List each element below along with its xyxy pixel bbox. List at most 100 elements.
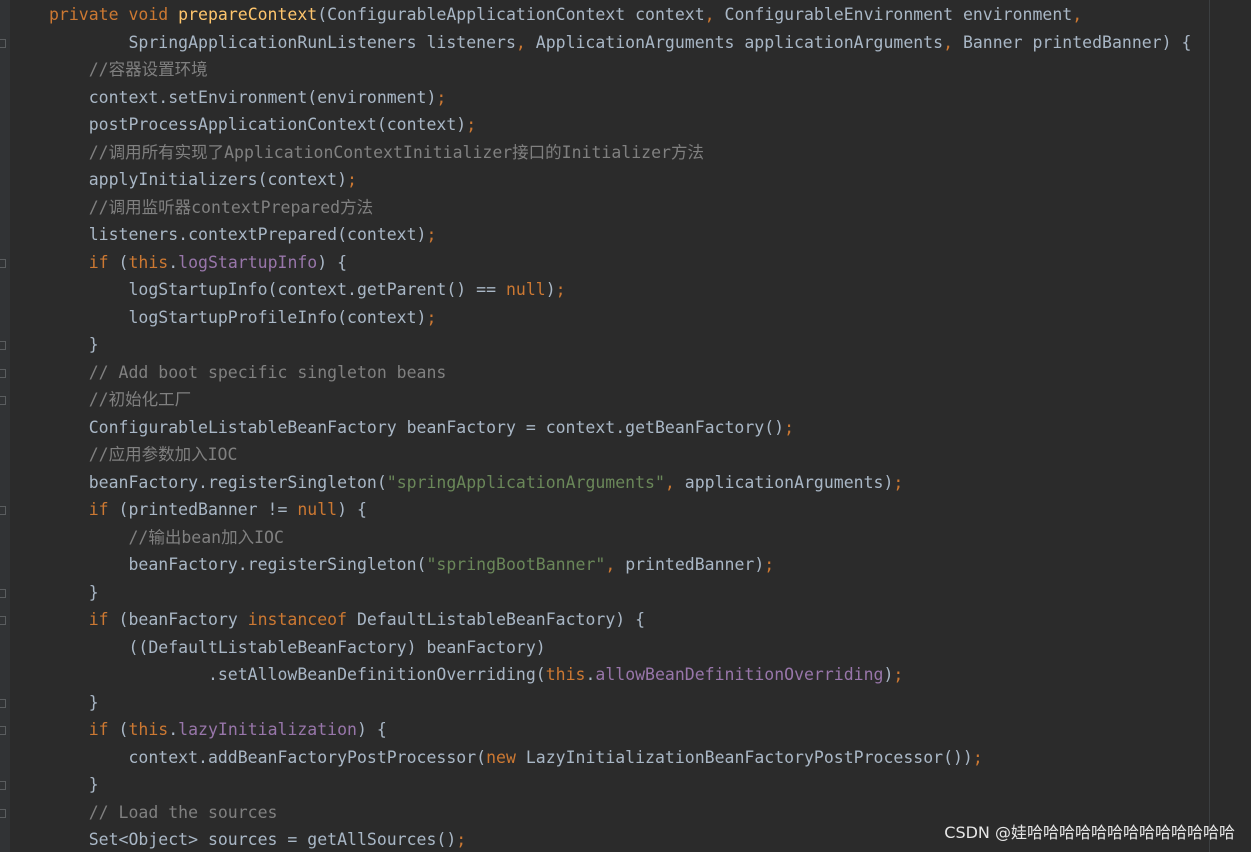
code-line[interactable]: private void prepareContext(Configurable…: [49, 1, 1191, 29]
code-line[interactable]: }: [49, 579, 1191, 607]
code-token-keyword: null: [297, 500, 338, 519]
code-token-method-decl: prepareContext: [178, 5, 318, 24]
code-line[interactable]: // Add boot specific singleton beans: [49, 359, 1191, 387]
code-line[interactable]: }: [49, 771, 1191, 799]
code-line[interactable]: beanFactory.registerSingleton("springBoo…: [49, 551, 1191, 579]
code-line[interactable]: context.addBeanFactoryPostProcessor(new …: [49, 744, 1191, 772]
code-token-punct: ;: [426, 225, 437, 244]
code-line[interactable]: logStartupProfileInfo(context);: [49, 304, 1191, 332]
code-token-punct: ,: [943, 32, 963, 52]
fold-marker-icon[interactable]: [0, 258, 6, 268]
code-line[interactable]: //容器设置环境: [49, 56, 1191, 84]
code-token-plain: (: [118, 720, 129, 739]
code-token-plain: applyInitializers(context): [49, 170, 348, 189]
code-line[interactable]: //调用所有实现了ApplicationContextInitializer接口…: [49, 139, 1191, 167]
code-line[interactable]: ConfigurableListableBeanFactory beanFact…: [49, 414, 1191, 442]
code-token-plain: ) {: [317, 252, 348, 272]
code-token-field: allowBeanDefinitionOverriding: [595, 665, 884, 684]
fold-marker-icon[interactable]: [0, 726, 6, 735]
code-token-comment: // Load the sources: [49, 802, 278, 822]
code-token-plain: .: [168, 720, 179, 739]
code-token-plain: ConfigurableListableBeanFactory beanFact…: [49, 417, 785, 437]
code-token-plain: beanFactory.registerSingleton(: [49, 555, 427, 574]
code-line[interactable]: beanFactory.registerSingleton("springApp…: [49, 469, 1191, 497]
code-line[interactable]: //调用监听器contextPrepared方法: [49, 194, 1191, 222]
code-token-keyword: this: [128, 720, 169, 739]
code-token-keyword: if: [49, 500, 119, 519]
code-token-plain: ) {: [337, 500, 367, 519]
code-line[interactable]: applyInitializers(context);: [49, 166, 1191, 194]
code-token-plain: ApplicationArguments applicationArgument…: [535, 32, 944, 52]
code-line[interactable]: //初始化工厂: [49, 386, 1191, 414]
fold-marker-icon[interactable]: [0, 616, 6, 625]
code-token-keyword: if: [49, 252, 119, 272]
code-line[interactable]: //输出bean加入IOC: [49, 524, 1191, 552]
code-token-plain: ): [545, 280, 556, 299]
code-editor[interactable]: private void prepareContext(Configurable…: [0, 0, 1251, 852]
code-token-plain: logStartupInfo(context.getParent() ==: [49, 280, 506, 299]
watermark: CSDN @娃哈哈哈哈哈哈哈哈哈哈哈哈哈: [944, 823, 1235, 842]
code-token-plain: ) {: [356, 720, 387, 739]
code-token-plain: printedBanner): [625, 555, 765, 574]
fold-marker-icon[interactable]: [0, 698, 6, 708]
fold-marker-icon[interactable]: [0, 341, 6, 350]
code-line[interactable]: .setAllowBeanDefinitionOverriding(this.a…: [49, 661, 1191, 689]
code-token-string: "springApplicationArguments": [386, 472, 665, 492]
editor-gutter[interactable]: [0, 0, 10, 852]
code-token-comment: //容器设置环境: [49, 60, 208, 79]
code-line[interactable]: postProcessApplicationContext(context);: [49, 111, 1191, 139]
code-token-plain: postProcessApplicationContext(context): [49, 115, 467, 134]
code-token-punct: ;: [764, 555, 775, 574]
code-token-punct: ;: [347, 170, 357, 189]
code-line[interactable]: SpringApplicationRunListeners listeners,…: [49, 29, 1191, 57]
fold-marker-icon[interactable]: [0, 368, 6, 378]
code-line[interactable]: ((DefaultListableBeanFactory) beanFactor…: [49, 634, 1191, 662]
code-line[interactable]: if (this.logStartupInfo) {: [49, 249, 1191, 277]
code-token-punct: ,: [605, 555, 626, 574]
code-line[interactable]: //应用参数加入IOC: [49, 441, 1191, 469]
code-token-plain: Banner printedBanner) {: [962, 32, 1192, 52]
fold-marker-icon[interactable]: [0, 808, 6, 818]
code-line[interactable]: logStartupInfo(context.getParent() == nu…: [49, 276, 1191, 304]
code-token-plain: beanFactory.registerSingleton(: [49, 472, 387, 492]
code-token-punct: ,: [515, 32, 536, 52]
right-margin-guide: [1209, 0, 1210, 852]
code-token-plain: .: [168, 252, 179, 272]
code-token-string: "springBootBanner": [426, 555, 606, 574]
code-token-keyword: new: [486, 747, 526, 767]
code-line[interactable]: if (this.lazyInitialization) {: [49, 716, 1191, 744]
code-token-plain: context.setEnvironment(environment): [49, 87, 437, 107]
code-token-punct: ;: [466, 115, 477, 134]
fold-marker-icon[interactable]: [0, 588, 6, 598]
code-token-plain: logStartupProfileInfo(context): [49, 307, 427, 327]
code-token-plain: ConfigurableEnvironment environment: [724, 5, 1073, 24]
code-token-keyword: null: [505, 280, 546, 299]
fold-marker-icon[interactable]: [0, 396, 6, 405]
code-line[interactable]: context.setEnvironment(environment);: [49, 84, 1191, 112]
code-token-punct: ;: [555, 280, 566, 299]
code-token-plain: ((DefaultListableBeanFactory) beanFactor…: [49, 637, 546, 657]
code-token-punct: ,: [704, 5, 725, 24]
code-token-plain: SpringApplicationRunListeners listeners: [49, 32, 516, 52]
code-area[interactable]: private void prepareContext(Configurable…: [49, 1, 1191, 852]
code-token-plain: (: [118, 252, 129, 272]
code-token-plain: }: [49, 692, 99, 712]
code-token-keyword: if: [49, 610, 119, 629]
code-token-plain: LazyInitializationBeanFactoryPostProcess…: [525, 747, 973, 767]
code-line[interactable]: }: [49, 331, 1191, 359]
fold-marker-icon[interactable]: [0, 506, 6, 515]
code-token-punct: ;: [456, 830, 467, 849]
code-token-comment: //调用监听器contextPrepared方法: [49, 197, 374, 217]
code-line[interactable]: if (beanFactory instanceof DefaultListab…: [49, 606, 1191, 634]
code-line[interactable]: if (printedBanner != null) {: [49, 496, 1191, 524]
code-token-punct: ,: [1072, 5, 1083, 24]
code-token-keyword: this: [545, 665, 586, 684]
fold-marker-icon[interactable]: [0, 781, 6, 790]
code-token-punct: ;: [426, 307, 437, 327]
fold-marker-icon[interactable]: [0, 38, 6, 48]
code-token-keyword: instanceof: [247, 610, 357, 629]
code-token-punct: ,: [664, 472, 685, 492]
code-token-plain: (printedBanner !=: [118, 500, 298, 519]
code-line[interactable]: listeners.contextPrepared(context);: [49, 221, 1191, 249]
code-line[interactable]: }: [49, 689, 1191, 717]
